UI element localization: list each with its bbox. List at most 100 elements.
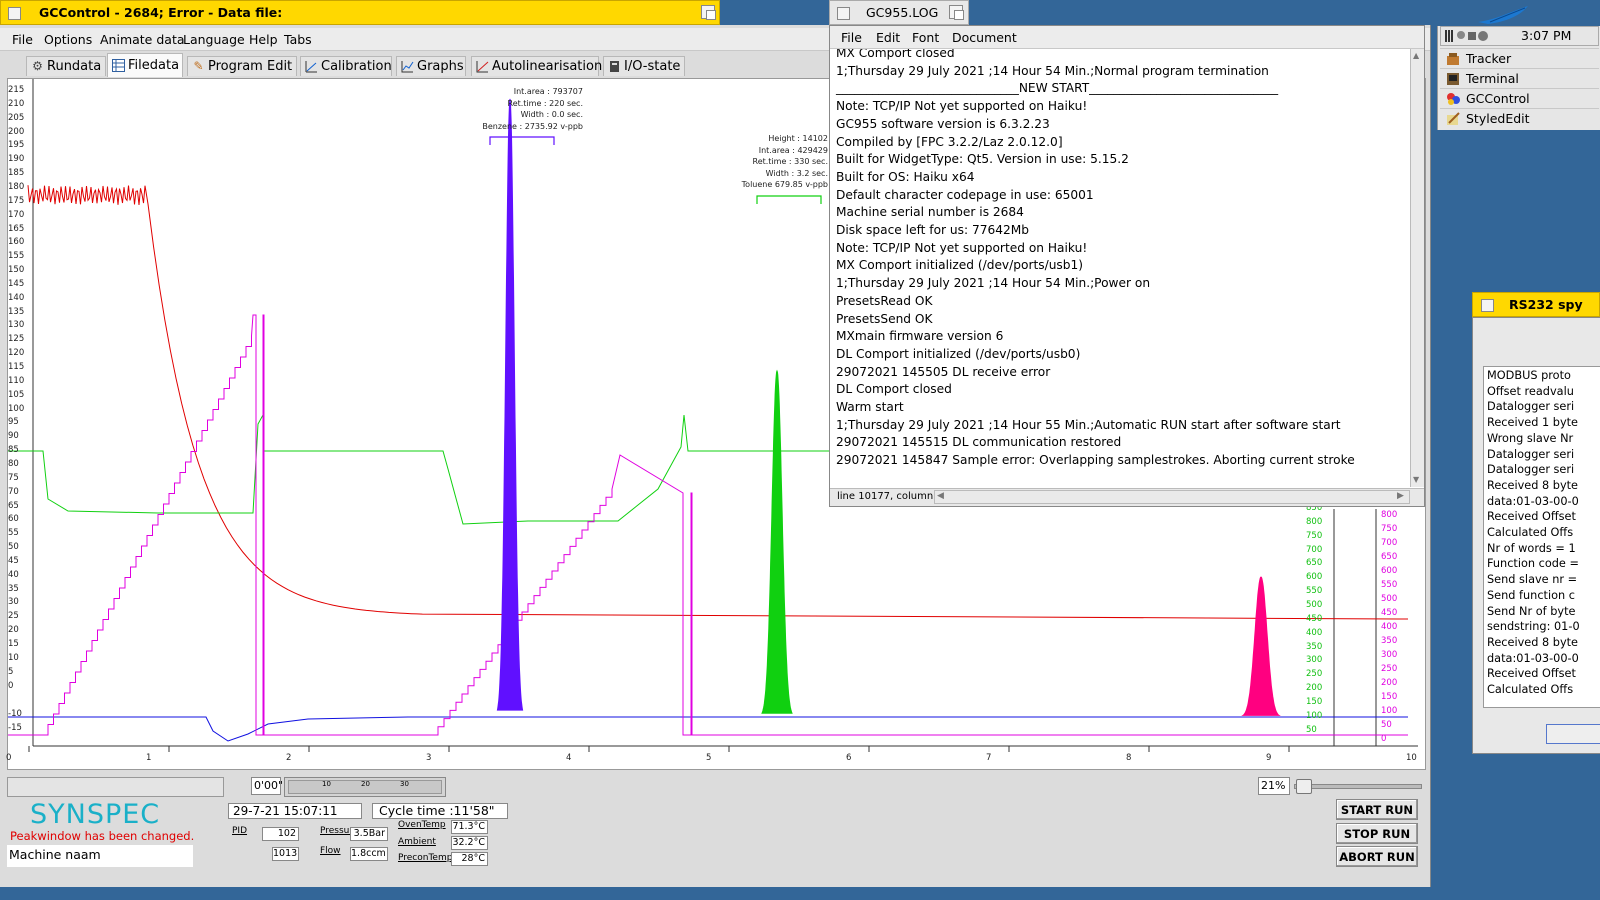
tab-filedata[interactable]: Filedata — [107, 53, 183, 77]
main-window-tab[interactable]: GCControl - 2684; Error - Data file: /bo… — [0, 0, 720, 25]
tab-label: Calibration — [321, 59, 392, 74]
y-right-green-tick-label: 450 — [1306, 614, 1322, 624]
deskbar-clock[interactable]: 3:07 PM — [1521, 28, 1571, 43]
close-box-icon[interactable] — [8, 7, 21, 20]
tray-icons[interactable] — [1444, 29, 1488, 43]
ambient-label: Ambient — [398, 837, 436, 847]
benzene-peak-window — [490, 137, 554, 145]
start-run-button[interactable]: START RUN — [1336, 799, 1418, 820]
close-box-icon[interactable] — [1481, 299, 1494, 312]
deskbar-item-tracker[interactable]: Tracker — [1440, 48, 1599, 68]
menu-language[interactable]: Language — [183, 32, 245, 47]
pid-value-1[interactable]: 102 — [262, 827, 299, 841]
rs232-text-area[interactable]: MODBUS proto Offset readvalu Datalogger se… — [1483, 366, 1600, 708]
slider-tick: 30 — [400, 780, 409, 788]
scroll-left-arrow-icon[interactable]: ◀ — [937, 491, 944, 501]
zoom-field[interactable]: 21% — [1258, 777, 1290, 795]
rs232-button[interactable] — [1546, 724, 1600, 744]
machine-name-field[interactable]: Machine naam — [7, 845, 193, 867]
menu-file[interactable]: File — [12, 32, 33, 47]
log-line: Machine serial number is 2684 — [836, 205, 1024, 219]
blue-trace — [8, 717, 1408, 741]
zoom-slider[interactable] — [1292, 777, 1422, 795]
log-menu-font[interactable]: Font — [912, 30, 939, 45]
menu-help[interactable]: Help — [249, 32, 278, 47]
tracker-icon — [1446, 52, 1460, 66]
rs232-line: Wrong slave Nr — [1487, 432, 1573, 445]
tab-io-state[interactable]: I/O-state — [603, 56, 685, 76]
rs232-line: Calculated Offs — [1487, 683, 1573, 696]
tab-rundata[interactable]: ⚙ Rundata — [26, 56, 106, 76]
rs232-window-tab[interactable]: RS232 spy — [1472, 292, 1600, 317]
time-offset-field[interactable]: 0'00" — [251, 777, 281, 795]
rs232-line: Send function c — [1487, 589, 1575, 602]
toluene-peak-label: Height : 14102 Int.area : 429429 Ret.tim… — [713, 133, 828, 191]
y-right-green-tick-label: 250 — [1306, 669, 1322, 679]
x-tick-label: 2 — [286, 753, 291, 763]
abort-run-button[interactable]: ABORT RUN — [1336, 846, 1418, 867]
y-tick-label: 170 — [8, 210, 24, 220]
log-line: ______________________________NEW START_… — [836, 81, 1278, 95]
rs232-line: Function code = — [1487, 557, 1579, 570]
flow-value: 1.8ccm — [350, 847, 388, 861]
y-tick-label: 85 — [8, 445, 19, 455]
y-tick-label: 200 — [8, 127, 24, 137]
y-tick-label: 20 — [8, 625, 19, 635]
tab-autolinearisation[interactable]: Autolinearisation — [471, 56, 599, 76]
precon-temp-label: PreconTemp — [398, 853, 452, 863]
rs232-line: data:01-03-00-0 — [1487, 495, 1579, 508]
log-horizontal-scrollbar[interactable]: ◀ ▶ — [934, 490, 1410, 504]
scroll-up-arrow-icon[interactable]: ▲ — [1413, 51, 1419, 60]
oven-temp-label: OvenTemp — [398, 820, 446, 830]
log-text-area[interactable]: MX Comport closed 1;Thursday 29 July 2021… — [830, 49, 1410, 487]
tab-label: Autolinearisation — [492, 59, 602, 74]
y-right-magenta-tick-label: 200 — [1381, 678, 1397, 688]
rs232-line: sendstring: 01-0 — [1487, 620, 1580, 633]
menu-animate-data[interactable]: Animate data — [100, 32, 185, 47]
deskbar-tray: 3:07 PM — [1440, 26, 1599, 46]
zoom-slider-thumb[interactable] — [1296, 779, 1312, 794]
deskbar-item-terminal[interactable]: Terminal — [1440, 68, 1599, 88]
log-line: MX Comport closed — [836, 49, 955, 60]
deskbar-item-stylededit[interactable]: StyledEdit — [1440, 108, 1599, 128]
log-menu-edit[interactable]: Edit — [876, 30, 900, 45]
peak-rettime-label: Ret.time : 330 sec. — [713, 156, 828, 168]
log-line: 1;Thursday 29 July 2021 ;14 Hour 54 Min.… — [836, 276, 1150, 290]
zoom-box-icon[interactable] — [701, 5, 715, 19]
y-tick-label: 185 — [8, 168, 24, 178]
peak-area-label: Int.area : 793707 — [458, 86, 583, 98]
terminal-icon — [1446, 72, 1460, 86]
log-vertical-scrollbar[interactable]: ▲ ▼ — [1410, 49, 1424, 487]
peak-concentration-label: Benzene : 2735.92 v-ppb — [458, 121, 583, 133]
close-box-icon[interactable] — [837, 7, 850, 20]
tab-program-edit[interactable]: ✎ Program Edit — [187, 56, 297, 76]
y-right-magenta-tick-label: 50 — [1381, 720, 1392, 730]
log-status-bar: line 10177, column 39 ◀ ▶ — [830, 488, 1424, 506]
scroll-down-arrow-icon[interactable]: ▼ — [1413, 475, 1419, 484]
haiku-leaf-icon[interactable] — [1470, 2, 1540, 26]
y-right-green-tick-label: 400 — [1306, 628, 1322, 638]
tab-calibration[interactable]: Calibration — [300, 56, 392, 76]
log-window-tab[interactable]: GC955.LOG — [829, 0, 969, 25]
y-tick-label: 90 — [8, 431, 19, 441]
peak-height-label: Height : 14102 — [713, 133, 828, 145]
stop-run-button[interactable]: STOP RUN — [1336, 823, 1418, 844]
benzene-peak-label: Int.area : 793707 Ret.time : 220 sec. Wi… — [458, 86, 583, 132]
y-right-green-tick-label: 350 — [1306, 642, 1322, 652]
tab-graphs[interactable]: Graphs — [396, 56, 466, 76]
x-tick-label: 6 — [846, 753, 851, 763]
y-right-magenta-tick-label: 350 — [1381, 636, 1397, 646]
scroll-right-arrow-icon[interactable]: ▶ — [1397, 491, 1404, 501]
y-tick-label: 75 — [8, 473, 19, 483]
menu-options[interactable]: Options — [44, 32, 92, 47]
log-menu-document[interactable]: Document — [952, 30, 1017, 45]
log-menu-file[interactable]: File — [841, 30, 862, 45]
y-tick-label: 100 — [8, 404, 24, 414]
synspec-logo: SYNSPEC — [30, 799, 160, 830]
deskbar-item-gccontrol[interactable]: GCControl — [1440, 88, 1599, 108]
zoom-box-icon[interactable] — [949, 5, 963, 19]
pid-value-2[interactable]: 1013 — [272, 847, 299, 861]
menu-tabs[interactable]: Tabs — [284, 32, 312, 47]
rs232-window-title: RS232 spy — [1509, 293, 1583, 317]
time-slider[interactable]: 10 20 30 — [284, 777, 446, 797]
